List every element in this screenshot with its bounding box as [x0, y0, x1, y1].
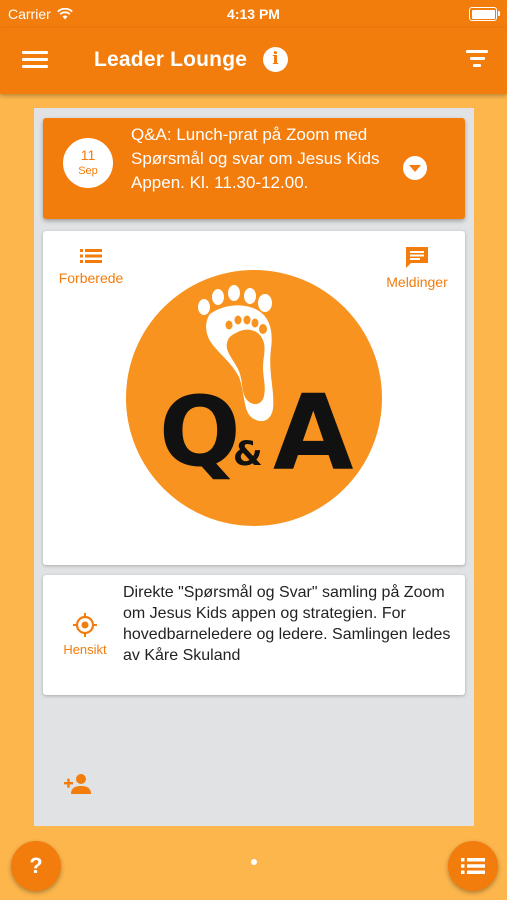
purpose-section: Hensikt [53, 612, 117, 657]
purpose-label: Hensikt [63, 642, 107, 657]
list-icon [461, 858, 485, 874]
list-icon [80, 249, 102, 263]
messages-label: Meldinger [386, 274, 448, 290]
event-day: 11 [80, 147, 96, 163]
page-indicator-dot [251, 859, 257, 865]
filter-icon[interactable] [466, 50, 488, 72]
target-icon [73, 613, 97, 637]
info-icon[interactable]: i [263, 47, 288, 72]
qa-logo-image: Q & A [126, 270, 382, 526]
add-user-icon[interactable] [63, 772, 93, 796]
message-icon [406, 247, 428, 268]
logo-q: Q [159, 376, 241, 488]
event-date-badge: 11 Sep [63, 138, 113, 188]
prepare-label: Forberede [58, 270, 124, 286]
page-title: Leader Lounge [94, 48, 248, 71]
app-bar: Leader Lounge i [0, 28, 507, 94]
hamburger-menu-icon[interactable] [22, 48, 48, 72]
purpose-card: Hensikt Direkte "Spørsmål og Svar" samli… [43, 575, 465, 695]
help-button[interactable]: ? [11, 841, 61, 891]
logo-amp: & [233, 434, 263, 474]
messages-button[interactable]: Meldinger [377, 246, 457, 290]
battery-icon [469, 7, 500, 21]
event-title: Q&A: Lunch-prat på Zoom med Spørsmål og … [131, 125, 380, 192]
event-description: Direkte "Spørsmål og Svar" samling på Zo… [123, 584, 451, 664]
prepare-button[interactable]: Forberede [51, 246, 131, 286]
event-month: Sep [78, 165, 98, 177]
status-time: 4:13 PM [227, 6, 280, 22]
event-header-card[interactable]: 11 Sep Q&A: Lunch-prat på Zoom med Spørs… [43, 118, 465, 219]
question-icon: ? [29, 853, 43, 878]
status-bar: Carrier 4:13 PM [0, 0, 507, 28]
chevron-down-circle-icon[interactable] [403, 156, 427, 180]
event-image-card: Forberede Meldinger Q & A [43, 231, 465, 565]
list-button[interactable] [448, 841, 498, 891]
logo-a: A [273, 372, 354, 494]
